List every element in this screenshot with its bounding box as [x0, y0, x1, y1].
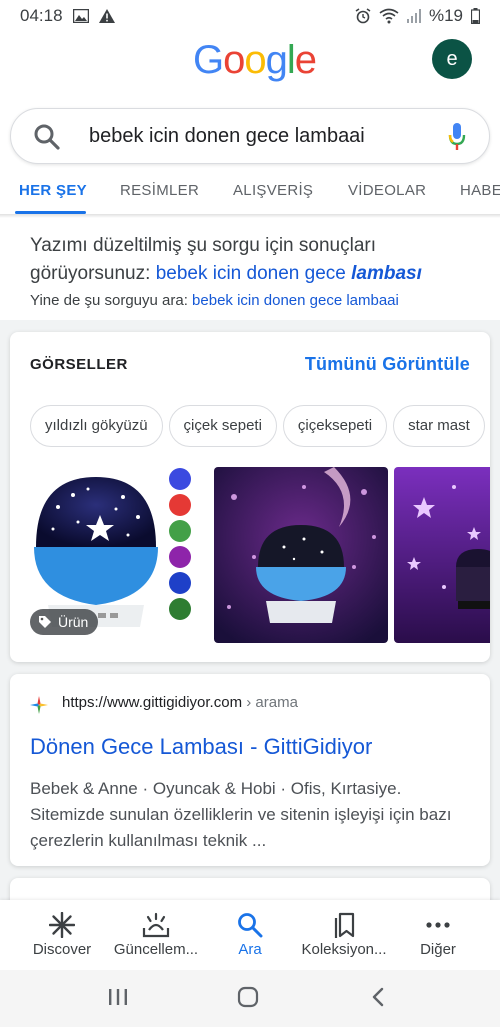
- mic-icon[interactable]: [447, 121, 467, 153]
- corrected-query-link[interactable]: bebek icin donen gece lambası: [156, 263, 422, 284]
- nav-search[interactable]: Ara: [200, 900, 300, 970]
- logo-letter: o: [223, 38, 245, 82]
- alarm-icon: [355, 8, 371, 24]
- search-instead: Yine de şu sorguyu ara: bebek icin donen…: [30, 292, 470, 309]
- image-thumbnails: Ürün: [28, 467, 490, 643]
- result-domain: https://www.gittigidiyor.com: [62, 694, 243, 711]
- logo-letter: g: [265, 38, 288, 82]
- view-all-link[interactable]: Tümünü Görüntüle: [305, 354, 470, 375]
- star-projection-image: [394, 467, 490, 643]
- logo-letter: e: [294, 38, 317, 82]
- refinement-chips: yıldızlı gökyüzü çiçek sepeti çiçeksepeti s…: [30, 405, 490, 447]
- result-url: https://www.gittigidiyor.com › arama: [62, 694, 298, 711]
- night-lamp-room-image: [214, 467, 388, 643]
- chip-starry-sky[interactable]: yıldızlı gökyüzü: [30, 405, 163, 447]
- nav-collections-label: Koleksiyon...: [301, 941, 387, 958]
- nav-updates[interactable]: Güncellem...: [106, 900, 206, 970]
- battery-icon: [471, 8, 480, 24]
- header-shadow: [0, 214, 500, 218]
- collections-icon: [334, 912, 355, 938]
- result-snippet: Bebek & Anne · Oyuncak & Hobi · Ofis, Kı…: [30, 779, 452, 850]
- search-icon: [238, 913, 263, 938]
- spelling-message: Yazımı düzeltilmiş şu sorgu için sonuçla…: [30, 232, 470, 288]
- images-title: GÖRSELLER: [30, 356, 128, 373]
- nav-more[interactable]: Diğer: [388, 900, 488, 970]
- recents-icon[interactable]: [108, 986, 128, 1008]
- chip-ciceksepeti[interactable]: çiçeksepeti: [282, 405, 388, 447]
- search-instead-prefix: Yine de şu sorguyu ara:: [30, 292, 188, 309]
- logo-letter: G: [193, 38, 224, 82]
- chip-star-master[interactable]: star mast: [393, 405, 485, 447]
- nav-more-label: Diğer: [420, 941, 456, 958]
- search-box[interactable]: bebek icin donen gece lambaai: [10, 108, 490, 164]
- tag-icon: [39, 616, 51, 628]
- nav-discover[interactable]: Discover: [12, 900, 112, 970]
- nav-updates-label: Güncellem...: [113, 941, 199, 958]
- nav-discover-label: Discover: [32, 941, 92, 958]
- google-logo[interactable]: Google: [193, 38, 317, 83]
- search-icon[interactable]: [33, 123, 61, 151]
- search-tabs: HER ŞEY RESİMLER ALIŞVERİŞ VİDEOLAR HABE: [0, 178, 500, 214]
- more-dots-icon: [426, 922, 450, 928]
- nav-search-label: Ara: [238, 941, 262, 958]
- image-thumb-1[interactable]: Ürün: [28, 467, 200, 643]
- system-navigation-bar: [0, 970, 500, 1027]
- logo-letter: l: [286, 38, 296, 82]
- product-badge-label: Ürün: [58, 614, 89, 630]
- chip-flower-basket[interactable]: çiçek sepeti: [168, 405, 277, 447]
- image-thumb-2[interactable]: [214, 467, 388, 643]
- tab-shopping[interactable]: ALIŞVERİŞ: [233, 178, 313, 199]
- warning-icon: [98, 9, 115, 23]
- updates-icon: [142, 912, 170, 938]
- corrected-query-emphasis: lambası: [351, 263, 422, 284]
- asterisk-icon: [49, 912, 75, 938]
- product-badge: Ürün: [30, 609, 99, 635]
- corrected-query-text: bebek icin donen gece: [155, 263, 346, 284]
- nav-collections[interactable]: Koleksiyon...: [294, 900, 394, 970]
- search-result-card[interactable]: https://www.gittigidiyor.com › arama Dön…: [10, 674, 490, 866]
- tab-images[interactable]: RESİMLER: [120, 178, 199, 199]
- tab-news[interactable]: HABE: [460, 178, 500, 199]
- account-avatar[interactable]: e: [432, 39, 472, 79]
- gittigidiyor-favicon: [30, 696, 48, 714]
- images-card: GÖRSELLER Tümünü Görüntüle yıldızlı göky…: [10, 332, 490, 662]
- search-input[interactable]: bebek icin donen gece lambaai: [89, 125, 365, 148]
- back-icon[interactable]: [370, 986, 386, 1008]
- search-instead-link[interactable]: bebek icin donen gece lambaai: [192, 292, 399, 309]
- status-bar: 04:18 %19: [0, 0, 500, 32]
- signal-icon: [406, 9, 421, 23]
- wifi-icon: [379, 8, 399, 24]
- result-breadcrumb: › arama: [246, 694, 298, 711]
- bottom-navigation: Discover Güncellem... Ara Koleksiyon... …: [0, 900, 500, 970]
- battery-percent: %19: [428, 6, 463, 25]
- spelling-correction: Yazımı düzeltilmiş şu sorgu için sonuçla…: [0, 214, 500, 320]
- search-header: Google e bebek icin donen gece lambaai H…: [0, 32, 500, 214]
- gallery-icon: [72, 9, 89, 23]
- home-icon[interactable]: [237, 986, 259, 1008]
- result-title-link[interactable]: Dönen Gece Lambası - GittiGidiyor: [30, 734, 372, 760]
- tab-all[interactable]: HER ŞEY: [19, 178, 87, 199]
- status-time: 04:18: [20, 6, 63, 25]
- image-thumb-3[interactable]: [394, 467, 490, 643]
- logo-letter: o: [244, 38, 266, 82]
- tab-videos[interactable]: VİDEOLAR: [348, 178, 426, 199]
